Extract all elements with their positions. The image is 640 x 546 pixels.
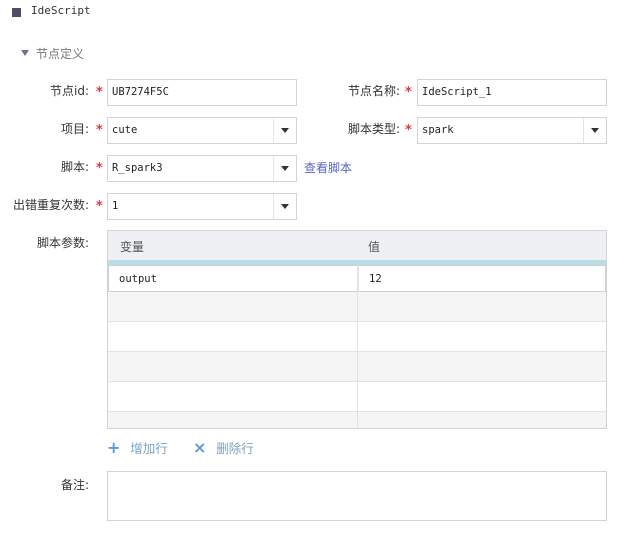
table-cell-variable[interactable] [108,322,357,351]
project-select[interactable]: cute [107,117,297,144]
script-type-select[interactable]: spark [417,117,607,144]
remark-textarea[interactable] [107,471,607,521]
script-label: 脚本: [60,160,89,174]
grid-header: 变量 值 [108,231,606,260]
table-cell-variable[interactable]: output [109,266,358,291]
chevron-down-icon[interactable] [273,156,296,181]
table-cell-variable[interactable] [108,292,357,321]
params-label: 脚本参数: [36,236,89,250]
required-mark: * [96,123,103,138]
script-select[interactable]: R_spark3 [107,155,297,182]
script-type-select-value: spark [422,124,454,136]
table-cell-value[interactable] [357,292,606,321]
required-mark: * [405,123,412,138]
add-row-label: 增加行 [130,441,168,456]
panel-title: IdeScript [31,4,91,17]
close-icon: × [193,438,207,457]
params-grid: 变量 值 output 12 [107,230,607,429]
retry-select-value: 1 [112,200,119,212]
remark-label: 备注: [60,478,89,492]
table-cell-variable[interactable] [108,382,357,411]
collapse-triangle-icon[interactable] [21,50,29,56]
add-row-button[interactable]: + 增加行 [107,438,168,458]
delete-row-button[interactable]: × 删除行 [193,438,254,458]
retry-select[interactable]: 1 [107,193,297,220]
table-cell-value[interactable] [357,352,606,381]
chevron-down-icon[interactable] [273,118,296,143]
column-header-value[interactable]: 值 [368,238,380,255]
section-title[interactable]: 节点定义 [36,45,84,62]
view-script-link[interactable]: 查看脚本 [304,159,352,176]
column-divider [357,265,358,428]
script-type-label: 脚本类型: [347,122,400,136]
required-mark: * [96,161,103,176]
table-cell-value[interactable] [357,322,606,351]
required-mark: * [96,85,103,100]
node-id-label: 节点id: [50,84,89,98]
column-header-variable[interactable]: 变量 [120,238,144,255]
script-select-value: R_spark3 [112,162,163,174]
panel-icon [12,8,21,17]
chevron-down-icon[interactable] [583,118,606,143]
chevron-down-icon[interactable] [273,194,296,219]
table-cell-variable[interactable] [108,352,357,381]
table-cell-variable[interactable] [108,412,357,428]
delete-row-label: 删除行 [216,441,254,456]
table-cell-value[interactable] [357,412,606,428]
required-mark: * [405,85,412,100]
node-name-input[interactable]: IdeScript_1 [417,79,607,106]
plus-icon: + [107,438,121,457]
project-select-value: cute [112,124,138,136]
retry-label: 出错重复次数: [12,198,89,212]
required-mark: * [96,199,103,214]
node-name-label: 节点名称: [347,84,400,98]
table-cell-value[interactable]: 12 [358,266,607,291]
project-label: 项目: [60,122,89,136]
node-id-input[interactable]: UB7274F5C [107,79,297,106]
table-cell-value[interactable] [357,382,606,411]
